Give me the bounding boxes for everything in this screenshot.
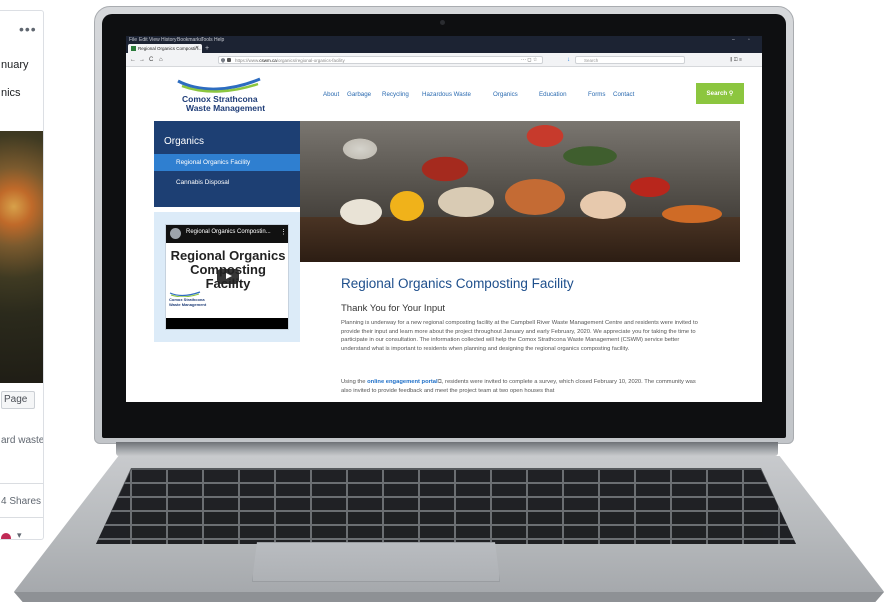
nav-organics[interactable]: Organics bbox=[493, 91, 518, 98]
scene: ••• nuary nics Page ard waste 4 Shares ▾… bbox=[0, 0, 893, 611]
favicon-icon bbox=[131, 46, 136, 51]
eggshell bbox=[438, 187, 494, 217]
sidebar-title[interactable]: Organics bbox=[164, 136, 204, 147]
back-icon[interactable]: ← bbox=[130, 53, 136, 67]
paragraph: Planning is underway for a new regional … bbox=[341, 320, 698, 352]
sidebar-item-regional-organics-facility[interactable]: Regional Organics Facility bbox=[154, 154, 300, 171]
pepper bbox=[630, 177, 670, 197]
channel-avatar[interactable] bbox=[170, 228, 181, 239]
minimize-icon[interactable]: – bbox=[732, 36, 735, 44]
touchpad bbox=[252, 542, 500, 582]
post-text-line: nuary bbox=[1, 59, 29, 71]
search-placeholder: Search bbox=[584, 58, 599, 63]
section-title: Thank You for Your Input bbox=[341, 303, 446, 314]
post-image[interactable] bbox=[0, 131, 43, 383]
laptop-hinge bbox=[116, 442, 778, 456]
menu-view[interactable]: View bbox=[149, 36, 160, 44]
browser-menubar: File Edit View History Bookmarks Tools H… bbox=[126, 36, 762, 44]
sidebar-item-cannabis-disposal[interactable]: Cannabis Disposal bbox=[154, 174, 300, 191]
shares-count[interactable]: 4 Shares bbox=[1, 496, 41, 507]
download-icon[interactable]: ↓ bbox=[567, 53, 570, 67]
browser-navbar: ← → C ⌂ https://www.cswm.ca/organics/reg… bbox=[126, 53, 762, 67]
nav-garbage[interactable]: Garbage bbox=[347, 91, 371, 98]
post-text-line: nics bbox=[1, 87, 21, 99]
video-bar-title[interactable]: Regional Organics Compostin... bbox=[186, 229, 271, 235]
menu-bookmarks[interactable]: Bookmarks bbox=[177, 36, 202, 44]
paragraph: Using the online engagement portal⧉, res… bbox=[341, 378, 703, 395]
nav-education[interactable]: Education bbox=[539, 91, 567, 98]
pepper-peel bbox=[390, 191, 424, 221]
browser-search-input[interactable]: Search bbox=[575, 56, 685, 64]
facebook-post-card: ••• nuary nics Page ard waste 4 Shares ▾ bbox=[0, 10, 44, 540]
logo-text-line2[interactable]: Waste Management bbox=[186, 103, 265, 113]
video-title-bar: Regional Organics Compostin... ⋮ bbox=[166, 225, 288, 243]
home-icon[interactable]: ⌂ bbox=[159, 53, 163, 67]
divider bbox=[0, 517, 43, 518]
lock-icon[interactable] bbox=[227, 58, 231, 62]
nav-hazardous-waste[interactable]: Hazardous Waste bbox=[422, 91, 471, 98]
keyboard-column-gaps bbox=[96, 470, 796, 544]
close-tab-icon[interactable]: ✕ bbox=[195, 44, 199, 53]
eggshell bbox=[580, 191, 626, 219]
sidebar-nav: Organics Regional Organics Facility Cann… bbox=[154, 121, 300, 207]
reaction-avatar[interactable] bbox=[1, 533, 11, 539]
hero-image bbox=[300, 121, 740, 262]
nav-recycling[interactable]: Recycling bbox=[382, 91, 409, 98]
url-domain: cswm.ca bbox=[259, 58, 277, 63]
url-text: https://www.cswm.ca/organics/regional-or… bbox=[235, 57, 345, 64]
browser-tabbar bbox=[126, 44, 762, 53]
nav-forms[interactable]: Forms bbox=[588, 91, 606, 98]
play-icon[interactable] bbox=[217, 269, 239, 284]
search-button-label: Search bbox=[706, 90, 728, 97]
laptop-base-edge bbox=[14, 592, 884, 602]
reload-icon[interactable]: C bbox=[149, 53, 153, 67]
webcam bbox=[440, 20, 445, 25]
nav-about[interactable]: About bbox=[323, 91, 339, 98]
maximize-icon[interactable]: ▫ bbox=[748, 36, 750, 44]
web-page: Comox Strathcona Waste Management About … bbox=[126, 67, 762, 402]
forward-icon[interactable]: → bbox=[139, 53, 145, 67]
url-prefix: https://www. bbox=[235, 58, 260, 63]
url-path: /organics/regional-organics-facility bbox=[276, 58, 345, 63]
onion-peel bbox=[505, 179, 565, 215]
carrot-peel bbox=[662, 205, 722, 223]
address-bar[interactable]: https://www.cswm.ca/organics/regional-or… bbox=[218, 56, 543, 64]
eggshell bbox=[340, 199, 382, 225]
video-controls-bar bbox=[166, 318, 288, 329]
video-panel: Regional Organics Compostin... ⋮ Regiona… bbox=[154, 212, 300, 342]
paragraph-text: Using the bbox=[341, 379, 368, 385]
laptop-screen: File Edit View History Bookmarks Tools H… bbox=[126, 36, 762, 402]
browser-tab[interactable]: Regional Organics Compostin... ✕ bbox=[128, 44, 202, 53]
divider bbox=[0, 483, 43, 484]
chevron-down-icon[interactable]: ▾ bbox=[17, 530, 22, 539]
site-search-button[interactable]: Search ⚲ bbox=[696, 83, 744, 104]
page-title: Regional Organics Composting Facility bbox=[341, 276, 574, 291]
search-icon: ⚲ bbox=[728, 90, 734, 97]
logo-swoosh-icon[interactable] bbox=[176, 75, 262, 95]
post-caption: ard waste bbox=[1, 435, 44, 446]
youtube-video-embed[interactable]: Regional Organics Compostin... ⋮ Regiona… bbox=[165, 224, 289, 330]
menu-edit[interactable]: Edit bbox=[139, 36, 148, 44]
like-page-button[interactable]: Page bbox=[1, 391, 35, 409]
online-engagement-portal-link[interactable]: online engagement portal bbox=[367, 379, 438, 385]
menu-tools[interactable]: Tools bbox=[201, 36, 213, 44]
page-actions-icons[interactable]: ··· ◻ ☆ bbox=[521, 53, 537, 67]
more-options-icon[interactable]: ••• bbox=[19, 21, 37, 37]
toolbar-icons[interactable]: ⫼ ◫ ≡ bbox=[730, 53, 742, 67]
nav-contact[interactable]: Contact bbox=[613, 91, 634, 98]
tab-title: Regional Organics Compostin... bbox=[138, 46, 202, 51]
menu-file[interactable]: File bbox=[129, 36, 137, 44]
menu-help[interactable]: Help bbox=[214, 36, 224, 44]
video-logo-line2: Waste Management bbox=[169, 302, 207, 307]
shield-icon[interactable] bbox=[221, 58, 225, 63]
menu-history[interactable]: History bbox=[161, 36, 177, 44]
more-options-icon[interactable]: ⋮ bbox=[280, 228, 287, 236]
new-tab-icon[interactable]: + bbox=[205, 44, 209, 53]
